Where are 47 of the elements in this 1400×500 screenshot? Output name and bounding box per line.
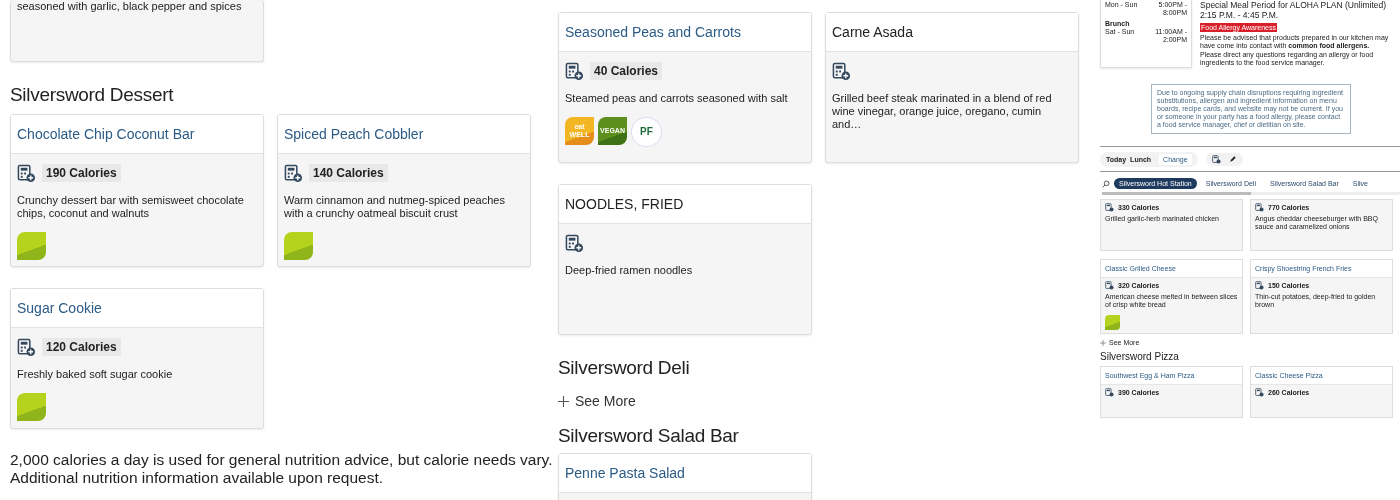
- item-description: Grilled beef steak marinated in a blend of red wine vinegar, orange juice, oregano, cumin and…: [832, 92, 1053, 131]
- special-period-title: Special Meal Period for ALOHA PLAN (Unlimited): [1200, 0, 1388, 10]
- calculator-icon[interactable]: [565, 233, 584, 253]
- calculator-icon[interactable]: [284, 163, 303, 183]
- item-description: Warm cinnamon and nutmeg-spiced peaches with a crunchy oatmeal biscuit crust: [284, 194, 506, 220]
- item-description: Freshly baked soft sugar cookie: [17, 368, 174, 381]
- item-description: Crunchy dessert bar with semisweet chocolate chips, coconut and walnuts: [17, 194, 245, 220]
- see-more-link[interactable]: See More: [558, 393, 636, 409]
- calculator-icon[interactable]: [832, 61, 851, 81]
- scrollbar[interactable]: [1102, 192, 1400, 195]
- plus-icon: [558, 395, 569, 407]
- item-description: Deep-fried ramen noodles: [565, 264, 694, 277]
- calorie-count: 40 Calories: [590, 62, 663, 80]
- item-title[interactable]: Penne Pasta Salad: [565, 465, 685, 481]
- item-title[interactable]: Sugar Cookie: [17, 300, 102, 316]
- section-heading: Silversword Salad Bar: [558, 425, 740, 447]
- diet-badge: [284, 232, 313, 260]
- item-description: seasoned with garlic, black pepper and spices: [17, 0, 243, 13]
- search-icon[interactable]: [1102, 179, 1110, 188]
- diet-badge: PF: [631, 117, 662, 147]
- item-title: Carne Asada: [832, 24, 913, 40]
- calculator-icon[interactable]: [1255, 281, 1264, 290]
- item-description: Steamed peas and carrots seasoned with salt: [565, 92, 789, 105]
- calculator-icon[interactable]: [17, 337, 36, 357]
- nutrition-note: 2,000 calories a day is used for general nutrition advice, but calorie needs vary.: [10, 451, 553, 469]
- item-title: NOODLES, FRIED: [565, 196, 684, 212]
- pencil-icon[interactable]: [1228, 155, 1237, 163]
- calculator-icon[interactable]: [1105, 281, 1114, 290]
- diet-badge: [1105, 315, 1120, 330]
- calculator-icon[interactable]: [1255, 203, 1264, 212]
- calorie-count: 120 Calories: [42, 338, 121, 356]
- calculator-icon[interactable]: [1105, 203, 1114, 212]
- section-heading: Silversword Pizza: [1100, 351, 1180, 362]
- calculator-icon[interactable]: [1105, 388, 1114, 397]
- section-heading: Silversword Deli: [558, 357, 691, 379]
- calculator-icon[interactable]: [565, 61, 584, 81]
- calculator-icon[interactable]: [1211, 154, 1221, 164]
- diet-badge: [17, 393, 46, 421]
- calorie-count: 140 Calories: [309, 164, 388, 182]
- plus-icon: [1100, 339, 1106, 346]
- calorie-count: 190 Calories: [42, 164, 121, 182]
- diet-badge: [17, 232, 46, 260]
- nutrition-note: Additional nutrition information available upon request.: [10, 469, 384, 487]
- calculator-icon[interactable]: [1255, 388, 1264, 397]
- calculator-icon[interactable]: [17, 163, 36, 183]
- special-period-time: 2:15 P.M. - 4:45 P.M.: [1200, 10, 1280, 20]
- section-heading: Silversword Dessert: [10, 84, 175, 106]
